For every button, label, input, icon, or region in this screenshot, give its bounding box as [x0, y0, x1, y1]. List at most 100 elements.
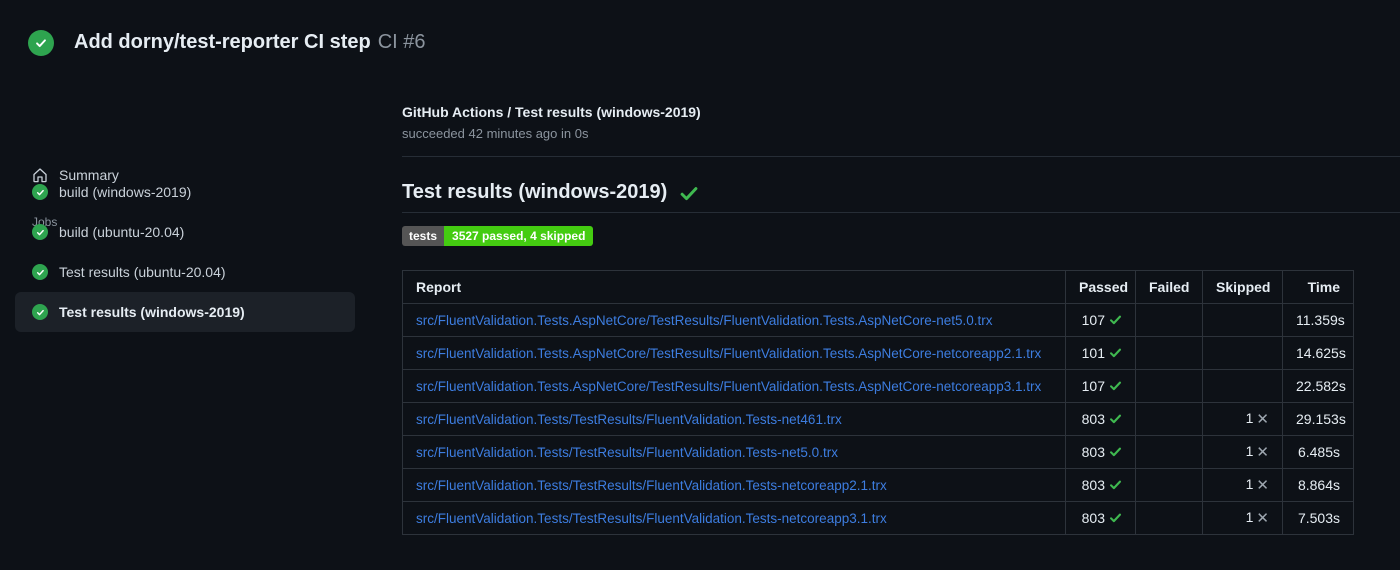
- report-link[interactable]: src/FluentValidation.Tests/TestResults/F…: [416, 478, 887, 493]
- column-header-skipped: Skipped: [1202, 270, 1283, 304]
- report-link[interactable]: src/FluentValidation.Tests/TestResults/F…: [416, 412, 842, 427]
- table-header-row: Report Passed Failed Skipped Time: [402, 270, 1354, 304]
- failed-cell: [1135, 369, 1203, 403]
- job-success-icon: [32, 224, 48, 240]
- table-row: src/FluentValidation.Tests.AspNetCore/Te…: [402, 303, 1354, 337]
- report-link[interactable]: src/FluentValidation.Tests/TestResults/F…: [416, 511, 887, 526]
- skipped-x-icon: ✕: [1256, 477, 1269, 494]
- job-success-icon: [32, 184, 48, 200]
- column-header-time: Time: [1282, 270, 1354, 304]
- report-cell: src/FluentValidation.Tests.AspNetCore/Te…: [402, 303, 1066, 337]
- passed-cell: 101: [1065, 336, 1136, 370]
- skipped-cell: 1 ✕: [1202, 468, 1283, 502]
- run-title-text: Add dorny/test-reporter CI step: [74, 31, 371, 53]
- check-run-title: GitHub Actions / Test results (windows-2…: [402, 104, 701, 120]
- skipped-count: 1: [1245, 410, 1254, 426]
- passed-check-icon: [1105, 411, 1122, 427]
- section-title: Test results (windows-2019): [402, 181, 668, 203]
- failed-cell: [1135, 303, 1203, 337]
- job-item-label: Test results (ubuntu-20.04): [59, 264, 226, 280]
- time-cell: 8.864s: [1282, 468, 1354, 502]
- passed-count: 101: [1081, 345, 1105, 361]
- column-header-passed: Passed: [1065, 270, 1136, 304]
- skipped-cell: 1 ✕: [1202, 501, 1283, 535]
- passed-count: 803: [1081, 444, 1105, 460]
- table-row: src/FluentValidation.Tests.AspNetCore/Te…: [402, 369, 1354, 403]
- report-cell: src/FluentValidation.Tests/TestResults/F…: [402, 435, 1066, 469]
- passed-cell: 107: [1065, 369, 1136, 403]
- time-cell: 6.485s: [1282, 435, 1354, 469]
- job-item-label: Test results (windows-2019): [59, 304, 245, 320]
- skipped-count: 1: [1245, 443, 1254, 459]
- run-number: CI #6: [377, 31, 426, 53]
- table-row: src/FluentValidation.Tests/TestResults/F…: [402, 402, 1354, 436]
- column-header-report: Report: [402, 270, 1066, 304]
- passed-cell: 803: [1065, 501, 1136, 535]
- skipped-x-icon: ✕: [1256, 510, 1269, 527]
- table-body: src/FluentValidation.Tests.AspNetCore/Te…: [402, 303, 1354, 535]
- failed-cell: [1135, 402, 1203, 436]
- passed-count: 803: [1081, 477, 1105, 493]
- sidebar-item-job-0[interactable]: build (windows-2019): [15, 172, 355, 212]
- run-success-icon: [28, 30, 54, 56]
- report-cell: src/FluentValidation.Tests.AspNetCore/Te…: [402, 336, 1066, 370]
- time-cell: 22.582s: [1282, 369, 1354, 403]
- sidebar: Summary Jobs build (windows-2019) build …: [0, 70, 390, 570]
- skipped-x-icon: ✕: [1256, 444, 1269, 461]
- job-item-label: build (windows-2019): [59, 184, 192, 200]
- skipped-cell: ✕: [1202, 336, 1283, 370]
- check-run-status: succeeded 42 minutes ago in 0s: [402, 126, 589, 141]
- tests-badge: tests 3527 passed, 4 skipped: [402, 226, 594, 246]
- table-row: src/FluentValidation.Tests.AspNetCore/Te…: [402, 336, 1354, 370]
- job-item-label: build (ubuntu-20.04): [59, 224, 185, 240]
- divider: [402, 212, 1400, 213]
- passed-cell: 803: [1065, 402, 1136, 436]
- sidebar-item-job-1[interactable]: build (ubuntu-20.04): [15, 212, 355, 252]
- passed-check-icon: [1105, 510, 1122, 526]
- sidebar-item-job-2[interactable]: Test results (ubuntu-20.04): [15, 252, 355, 292]
- failed-cell: [1135, 435, 1203, 469]
- report-cell: src/FluentValidation.Tests/TestResults/F…: [402, 501, 1066, 535]
- time-cell: 29.153s: [1282, 402, 1354, 436]
- test-results-table: Report Passed Failed Skipped Time src/Fl…: [402, 270, 1354, 535]
- run-title: Add dorny/test-reporter CI step CI #6: [74, 31, 426, 54]
- passed-cell: 803: [1065, 468, 1136, 502]
- time-cell: 7.503s: [1282, 501, 1354, 535]
- skipped-cell: 1 ✕: [1202, 402, 1283, 436]
- skipped-cell: ✕: [1202, 303, 1283, 337]
- report-link[interactable]: src/FluentValidation.Tests.AspNetCore/Te…: [416, 313, 993, 328]
- passed-cell: 803: [1065, 435, 1136, 469]
- section-heading: Test results (windows-2019): [402, 181, 699, 204]
- report-link[interactable]: src/FluentValidation.Tests.AspNetCore/Te…: [416, 346, 1041, 361]
- report-link[interactable]: src/FluentValidation.Tests/TestResults/F…: [416, 445, 838, 460]
- report-link[interactable]: src/FluentValidation.Tests.AspNetCore/Te…: [416, 379, 1041, 394]
- passed-count: 107: [1081, 312, 1105, 328]
- passed-count: 803: [1081, 510, 1105, 526]
- column-header-failed: Failed: [1135, 270, 1203, 304]
- sidebar-item-job-3[interactable]: Test results (windows-2019): [15, 292, 355, 332]
- passed-count: 803: [1081, 411, 1105, 427]
- failed-cell: [1135, 468, 1203, 502]
- table-row: src/FluentValidation.Tests/TestResults/F…: [402, 501, 1354, 535]
- time-cell: 14.625s: [1282, 336, 1354, 370]
- passed-check-icon: [1105, 345, 1122, 361]
- skipped-count: 1: [1245, 476, 1254, 492]
- job-success-icon: [32, 304, 48, 320]
- skipped-cell: ✕: [1202, 369, 1283, 403]
- tests-badge-value: 3527 passed, 4 skipped: [444, 226, 594, 246]
- passed-check-icon: [1105, 378, 1122, 394]
- report-cell: src/FluentValidation.Tests.AspNetCore/Te…: [402, 369, 1066, 403]
- skipped-x-icon: ✕: [1256, 411, 1269, 428]
- failed-cell: [1135, 336, 1203, 370]
- run-header: Add dorny/test-reporter CI step CI #6: [0, 0, 1400, 70]
- passed-count: 107: [1081, 378, 1105, 394]
- section-success-check-icon: [679, 183, 699, 203]
- report-cell: src/FluentValidation.Tests/TestResults/F…: [402, 402, 1066, 436]
- passed-check-icon: [1105, 312, 1122, 328]
- job-success-icon: [32, 264, 48, 280]
- table-row: src/FluentValidation.Tests/TestResults/F…: [402, 435, 1354, 469]
- tests-badge-label: tests: [402, 226, 445, 246]
- skipped-cell: 1 ✕: [1202, 435, 1283, 469]
- skipped-count: 1: [1245, 509, 1254, 525]
- table-row: src/FluentValidation.Tests/TestResults/F…: [402, 468, 1354, 502]
